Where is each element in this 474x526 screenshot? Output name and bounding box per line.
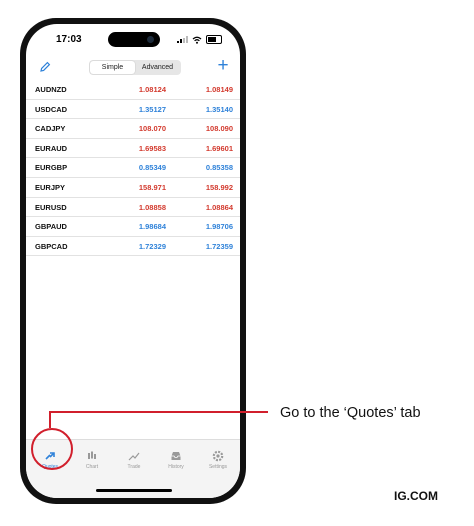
- quote-row[interactable]: AUDNZD 1.08124 1.08149: [26, 80, 240, 100]
- quote-row[interactable]: EURGBP 0.85349 0.85358: [26, 158, 240, 178]
- battery-icon: [206, 35, 222, 44]
- callout-circle: [31, 428, 73, 470]
- tab-label: Chart: [85, 464, 99, 470]
- quote-bid: 1.72329: [138, 241, 166, 251]
- quote-row[interactable]: EURJPY 158.971 158.992: [26, 178, 240, 198]
- tab-settings[interactable]: Settings: [200, 450, 236, 470]
- quote-ask: 1.98706: [205, 222, 233, 232]
- quote-row[interactable]: CADJPY 108.070 108.090: [26, 119, 240, 139]
- quote-row[interactable]: EURUSD 1.08858 1.08864: [26, 198, 240, 218]
- quote-ask: 1.35140: [205, 104, 233, 114]
- tab-label: Trade: [127, 464, 141, 470]
- quote-ask: 158.992: [205, 182, 233, 192]
- quote-bid: 1.08124: [138, 85, 166, 94]
- toolbar: Simple Advanced +: [26, 56, 240, 80]
- quote-symbol: CADJPY: [35, 124, 66, 134]
- dynamic-island: [108, 32, 160, 47]
- quote-row[interactable]: USDCAD 1.35127 1.35140: [26, 100, 240, 120]
- quote-ask: 0.85358: [205, 163, 233, 173]
- quote-symbol: GBPAUD: [35, 222, 67, 232]
- quote-row[interactable]: EURAUD 1.69583 1.69601: [26, 139, 240, 159]
- quote-symbol: GBPCAD: [35, 241, 68, 251]
- quote-bid: 108.070: [138, 124, 166, 134]
- quote-symbol: EURAUD: [35, 143, 68, 153]
- quote-symbol: USDCAD: [35, 104, 68, 114]
- chart-icon: [88, 451, 96, 459]
- quote-symbol: EURGBP: [35, 163, 68, 173]
- tab-label: Settings: [208, 464, 228, 470]
- quote-bid: 1.08858: [138, 202, 166, 212]
- quote-symbol: AUDNZD: [35, 85, 67, 94]
- quote-ask: 1.08149: [205, 85, 233, 94]
- tab-chart[interactable]: Chart: [74, 450, 110, 470]
- quote-bid: 0.85349: [138, 163, 166, 173]
- status-time: 17:03: [56, 34, 82, 45]
- edit-icon[interactable]: [38, 60, 52, 74]
- quote-ask: 108.090: [205, 124, 233, 134]
- tab-label: History: [168, 464, 184, 470]
- view-segmented-control: Simple Advanced: [89, 60, 181, 75]
- trade-icon: [128, 452, 140, 461]
- quote-ask: 1.69601: [205, 143, 233, 153]
- settings-icon: [212, 450, 224, 462]
- quote-row[interactable]: GBPCAD 1.72329 1.72359: [26, 237, 240, 257]
- quotes-list: AUDNZD 1.08124 1.08149 USDCAD 1.35127 1.35140…: [26, 80, 240, 257]
- quote-row[interactable]: GBPAUD 1.98684 1.98706: [26, 217, 240, 237]
- add-symbol-button[interactable]: +: [214, 56, 232, 75]
- camera-icon: [147, 36, 154, 43]
- wifi-icon: [192, 36, 202, 44]
- quote-bid: 158.971: [138, 182, 166, 192]
- quote-ask: 1.72359: [205, 241, 233, 251]
- home-indicator: [96, 489, 172, 492]
- history-icon: [171, 452, 181, 460]
- quote-ask: 1.08864: [205, 202, 233, 212]
- quote-bid: 1.98684: [138, 222, 166, 232]
- phone-screen: 17:03 Simple Advanced + AUDNZD 1.08124 1.0…: [26, 24, 240, 498]
- signal-icon: [177, 36, 188, 43]
- quote-bid: 1.35127: [138, 104, 166, 114]
- callout-text: Go to the ‘Quotes’ tab: [280, 405, 421, 421]
- quote-bid: 1.69583: [138, 143, 166, 153]
- tab-trade[interactable]: Trade: [116, 450, 152, 470]
- brand-logo: IG.COM: [394, 489, 438, 503]
- tab-simple[interactable]: Simple: [90, 61, 135, 74]
- status-icons: [177, 35, 222, 44]
- quote-symbol: EURJPY: [35, 182, 66, 192]
- tab-advanced[interactable]: Advanced: [135, 61, 180, 74]
- quote-symbol: EURUSD: [35, 202, 67, 212]
- tab-history[interactable]: History: [158, 450, 194, 470]
